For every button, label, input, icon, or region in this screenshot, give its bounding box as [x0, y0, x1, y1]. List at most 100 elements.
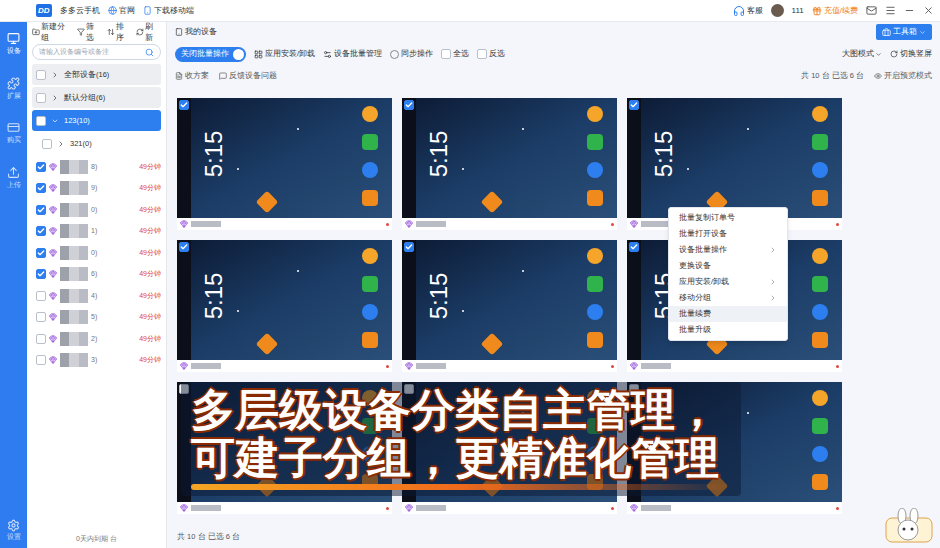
app-icon[interactable]: [362, 162, 378, 178]
app-icon[interactable]: [812, 304, 828, 320]
card-checkbox[interactable]: [179, 100, 189, 110]
action-checkbox[interactable]: [441, 49, 451, 59]
menu-item[interactable]: 更换设备: [669, 258, 787, 274]
card-checkbox[interactable]: [629, 100, 639, 110]
menu-item[interactable]: 批量续费: [669, 306, 787, 322]
menu-item[interactable]: 移动分组: [669, 290, 787, 306]
app-icon[interactable]: [362, 332, 378, 348]
minimize-icon[interactable]: [904, 5, 915, 16]
toolbar-action[interactable]: 全选: [441, 48, 469, 59]
toolbar-action[interactable]: 反选: [477, 48, 505, 59]
group-item[interactable]: 全部设备(16): [32, 64, 161, 85]
toolbar-action[interactable]: 同步操作: [390, 48, 433, 59]
app-icon[interactable]: [481, 333, 504, 356]
app-icon[interactable]: [362, 106, 378, 122]
close-icon[interactable]: [923, 5, 934, 16]
user-name[interactable]: 111: [792, 5, 804, 17]
tool-button[interactable]: 刷新: [136, 21, 161, 44]
rail-item[interactable]: 上传: [7, 166, 21, 191]
batch-toggle[interactable]: 关闭批量操作: [175, 47, 246, 62]
device-card[interactable]: 5:15: [177, 98, 392, 230]
rail-settings[interactable]: 设置: [7, 519, 21, 543]
app-icon[interactable]: [587, 304, 603, 320]
device-item[interactable]: 2)49分钟: [32, 328, 161, 350]
device-checkbox[interactable]: [36, 162, 46, 172]
device-checkbox[interactable]: [36, 226, 46, 236]
top-link[interactable]: 官网: [108, 5, 135, 17]
app-icon[interactable]: [812, 162, 828, 178]
toolbar-action[interactable]: 应用安装/卸载: [254, 48, 315, 59]
mail-icon[interactable]: [866, 5, 877, 16]
toolbar-action[interactable]: 设备批量管理: [323, 48, 382, 59]
card-checkbox[interactable]: [404, 242, 414, 252]
app-icon[interactable]: [481, 191, 504, 214]
preview-button[interactable]: 开启预览模式: [874, 70, 932, 81]
app-icon[interactable]: [587, 248, 603, 264]
app-icon[interactable]: [812, 332, 828, 348]
search-field[interactable]: 请输入设备编号或备注: [32, 44, 161, 60]
device-card[interactable]: 5:15: [177, 240, 392, 372]
device-item[interactable]: 0)49分钟: [32, 199, 161, 221]
card-checkbox[interactable]: [629, 242, 639, 252]
group-checkbox[interactable]: [36, 70, 46, 80]
app-icon[interactable]: [812, 474, 828, 490]
group-checkbox[interactable]: [42, 139, 52, 149]
device-item[interactable]: 3)49分钟: [32, 350, 161, 372]
device-item[interactable]: 9)49分钟: [32, 178, 161, 200]
device-item[interactable]: 5)49分钟: [32, 307, 161, 329]
view-mode[interactable]: 大图模式: [842, 48, 882, 59]
menu-item[interactable]: 批量打开设备: [669, 226, 787, 242]
app-icon[interactable]: [587, 162, 603, 178]
top-link[interactable]: 下载移动端: [143, 5, 194, 17]
app-icon[interactable]: [587, 332, 603, 348]
app-icon[interactable]: [812, 134, 828, 150]
app-icon[interactable]: [362, 304, 378, 320]
app-icon[interactable]: [812, 390, 828, 406]
app-icon[interactable]: [362, 134, 378, 150]
group-item[interactable]: 321(0): [32, 133, 161, 154]
card-checkbox[interactable]: [179, 242, 189, 252]
group-item[interactable]: 默认分组(6): [32, 87, 161, 108]
device-checkbox[interactable]: [36, 355, 46, 365]
device-checkbox[interactable]: [36, 312, 46, 322]
device-item[interactable]: 6)49分钟: [32, 264, 161, 286]
app-icon[interactable]: [812, 248, 828, 264]
device-item[interactable]: 4)49分钟: [32, 285, 161, 307]
tool-button[interactable]: 新建分组: [32, 21, 72, 44]
avatar[interactable]: [771, 4, 784, 17]
toolbox-button[interactable]: 工具箱: [876, 24, 932, 39]
device-item[interactable]: 8)49分钟: [32, 156, 161, 178]
device-checkbox[interactable]: [36, 334, 46, 344]
card-checkbox[interactable]: [404, 100, 414, 110]
rail-item[interactable]: 设备: [7, 32, 21, 57]
rail-item[interactable]: 购买: [7, 121, 21, 146]
rail-item[interactable]: 扩展: [7, 77, 21, 102]
app-icon[interactable]: [256, 333, 279, 356]
group-checkbox[interactable]: [36, 116, 46, 126]
device-card[interactable]: 5:15: [402, 240, 617, 372]
app-icon[interactable]: [362, 190, 378, 206]
app-icon[interactable]: [587, 276, 603, 292]
recharge-button[interactable]: 充值/续费: [812, 5, 858, 17]
group-item[interactable]: 123(10): [32, 110, 161, 131]
menu-item[interactable]: 应用安装/卸载: [669, 274, 787, 290]
app-icon[interactable]: [812, 418, 828, 434]
sub-action[interactable]: 收方案: [175, 70, 209, 81]
device-card[interactable]: 5:15: [402, 98, 617, 230]
app-icon[interactable]: [256, 191, 279, 214]
menu-item[interactable]: 批量复制订单号: [669, 210, 787, 226]
device-checkbox[interactable]: [36, 248, 46, 258]
device-checkbox[interactable]: [36, 183, 46, 193]
app-icon[interactable]: [362, 276, 378, 292]
app-icon[interactable]: [587, 106, 603, 122]
device-checkbox[interactable]: [36, 291, 46, 301]
app-icon[interactable]: [812, 276, 828, 292]
mascot-icon[interactable]: [884, 508, 934, 544]
app-icon[interactable]: [587, 190, 603, 206]
device-checkbox[interactable]: [36, 269, 46, 279]
menu-item[interactable]: 设备批量操作: [669, 242, 787, 258]
action-checkbox[interactable]: [477, 49, 487, 59]
tool-button[interactable]: 筛选: [77, 21, 102, 44]
app-icon[interactable]: [587, 134, 603, 150]
orientation-button[interactable]: 切换竖屏: [890, 48, 932, 59]
